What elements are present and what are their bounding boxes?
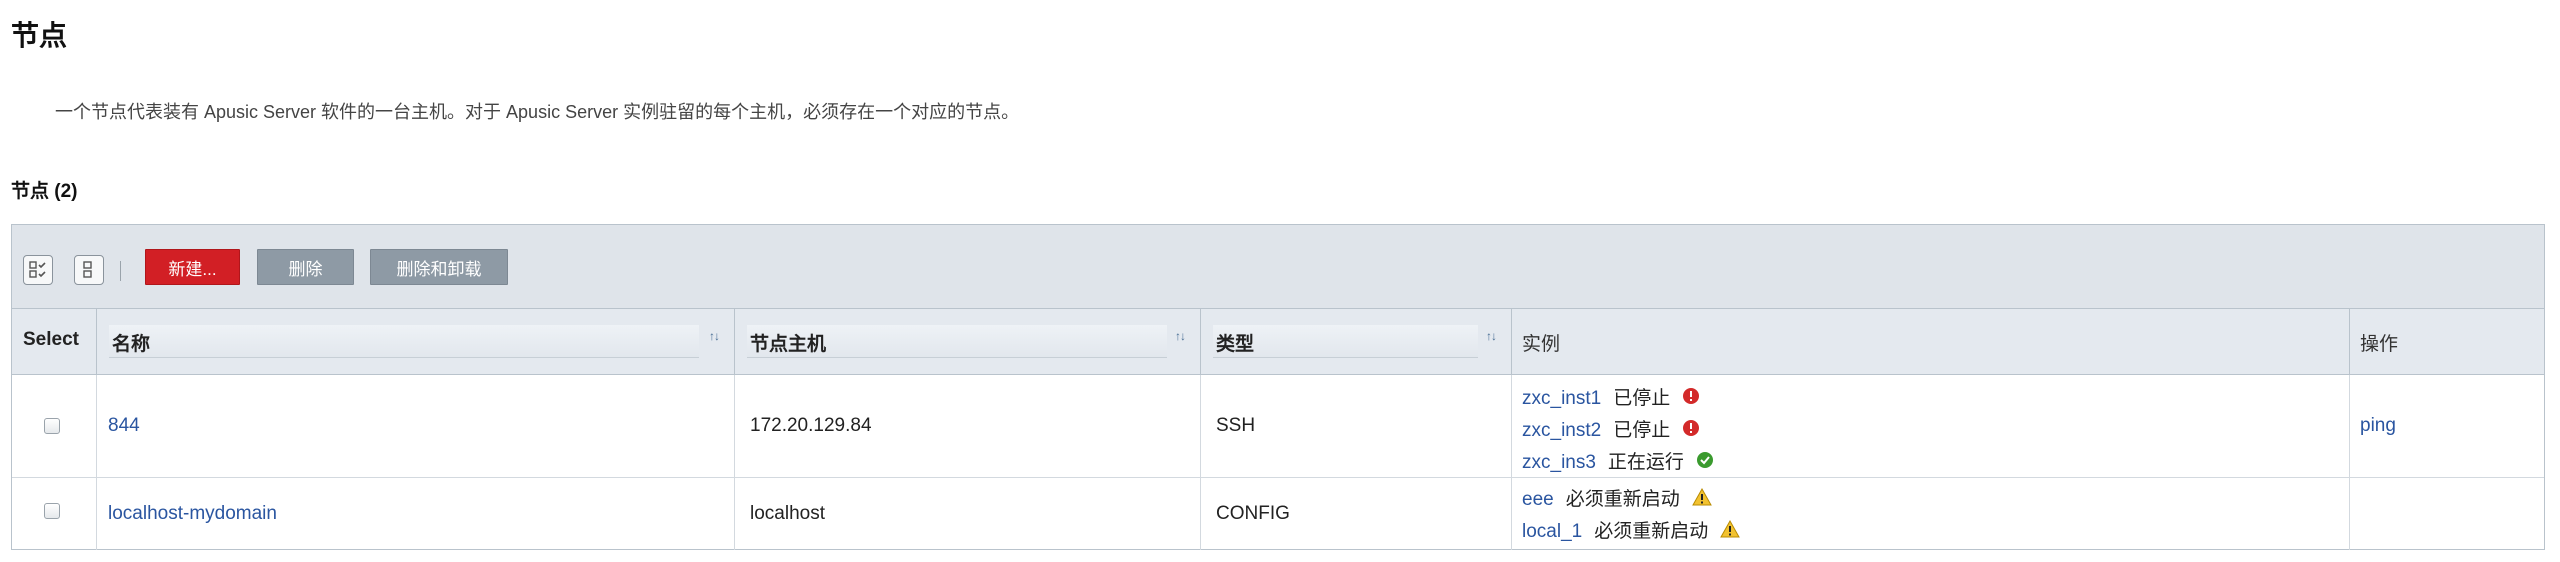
instance-link[interactable]: zxc_inst1 [1522, 388, 1601, 409]
column-type[interactable]: 类型 ↑↓ [1201, 309, 1512, 374]
sort-icon[interactable]: ↑↓ [709, 329, 720, 343]
warning-icon [1720, 519, 1741, 544]
table-row: 844 172.20.129.84 SSH zxc_inst1 已停止 zxc_i… [12, 375, 2544, 478]
instance-status: 必须重新启动 [1565, 489, 1680, 510]
instance-status: 正在运行 [1607, 452, 1684, 473]
deselect-all-icon [83, 261, 92, 278]
column-name[interactable]: 名称 ↑↓ [97, 309, 735, 374]
column-select: Select [12, 309, 97, 374]
instance-status: 必须重新启动 [1594, 521, 1709, 542]
instance-status: 已停止 [1613, 388, 1671, 409]
node-name-cell: 844 [97, 375, 735, 477]
row-checkbox[interactable] [44, 418, 60, 434]
ping-link[interactable]: ping [2360, 415, 2396, 437]
node-host-cell: 172.20.129.84 [735, 375, 1201, 477]
instance-link[interactable]: zxc_inst2 [1522, 420, 1601, 441]
ok-icon [1696, 451, 1714, 475]
row-select-cell [12, 478, 97, 550]
nodes-table: 新建... 删除 删除和卸载 Select 名称 ↑↓ 节点主机 ↑↓ 类型 ↑… [11, 224, 2545, 550]
page-description: 一个节点代表装有 Apusic Server 软件的一台主机。对于 Apusic… [55, 102, 1020, 122]
table-header: Select 名称 ↑↓ 节点主机 ↑↓ 类型 ↑↓ 实例 操作 [12, 309, 2544, 375]
instance-item: zxc_inst1 已停止 [1522, 383, 1700, 411]
instance-item: zxc_inst2 已停止 [1522, 415, 1700, 443]
node-type-cell: CONFIG [1201, 478, 1512, 550]
node-name-link[interactable]: localhost-mydomain [108, 503, 277, 525]
sort-icon[interactable]: ↑↓ [1175, 329, 1186, 343]
instance-item: local_1 必须重新启动 [1522, 516, 1741, 544]
error-icon [1682, 419, 1700, 443]
row-checkbox[interactable] [44, 503, 60, 519]
node-name-cell: localhost-mydomain [97, 478, 735, 550]
actions-cell [2350, 478, 2546, 550]
sort-icon[interactable]: ↑↓ [1486, 329, 1497, 343]
select-all-icon [29, 261, 46, 278]
instance-item: zxc_ins3 正在运行 [1522, 447, 1714, 475]
actions-cell: ping [2350, 375, 2546, 477]
new-node-button[interactable]: 新建... [145, 249, 240, 285]
select-all-button[interactable] [23, 255, 53, 285]
table-row: localhost-mydomain localhost CONFIG eee 必… [12, 478, 2544, 550]
instance-link[interactable]: eee [1522, 489, 1554, 510]
toolbar-divider [120, 261, 121, 281]
warning-icon [1691, 487, 1712, 512]
delete-button[interactable]: 删除 [257, 249, 354, 285]
row-select-cell [12, 375, 97, 477]
instance-status: 已停止 [1613, 420, 1671, 441]
instance-item: eee 必须重新启动 [1522, 484, 1712, 512]
node-host-cell: localhost [735, 478, 1201, 550]
node-type-cell: SSH [1201, 375, 1512, 477]
error-icon [1682, 387, 1700, 411]
instance-link[interactable]: zxc_ins3 [1522, 452, 1596, 473]
column-host[interactable]: 节点主机 ↑↓ [735, 309, 1201, 374]
instance-link[interactable]: local_1 [1522, 521, 1582, 542]
section-title: 节点 (2) [11, 181, 78, 202]
delete-uninstall-button[interactable]: 删除和卸载 [370, 249, 508, 285]
deselect-all-button[interactable] [74, 255, 104, 285]
instances-cell: zxc_inst1 已停止 zxc_inst2 已停止 zxc_ins3 正在运行 [1512, 375, 2350, 477]
page-title: 节点 [11, 20, 68, 51]
table-toolbar: 新建... 删除 删除和卸载 [12, 225, 2544, 309]
column-instances: 实例 [1512, 309, 2350, 374]
instances-cell: eee 必须重新启动 local_1 必须重新启动 [1512, 478, 2350, 550]
column-actions: 操作 [2360, 334, 2399, 355]
node-name-link[interactable]: 844 [108, 415, 140, 437]
